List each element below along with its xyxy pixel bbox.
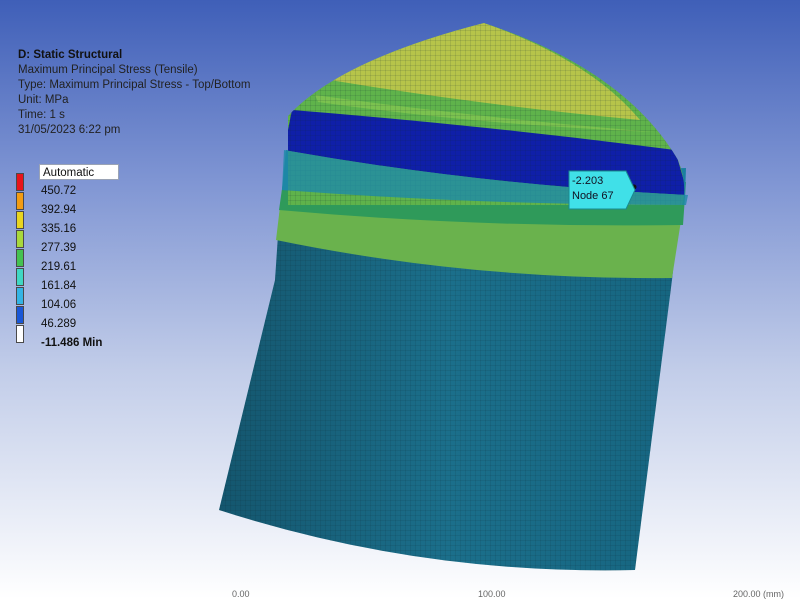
legend-label: -11.486 Min [41, 337, 103, 349]
scale-tick-label: 100.00 [478, 589, 506, 599]
analysis-title: D: Static Structural [18, 49, 123, 61]
probe-annotation[interactable]: -2.203 Node 67 [568, 170, 636, 210]
legend-label: 277.39 [41, 242, 77, 254]
legend-swatch [16, 173, 24, 191]
legend-swatch [16, 325, 24, 343]
legend-label: 161.84 [41, 280, 77, 292]
result-timestamp: 31/05/2023 6:22 pm [18, 124, 121, 136]
legend-swatch [16, 249, 24, 267]
result-info-panel: D: Static Structural Maximum Principal S… [18, 48, 250, 138]
legend-swatch [16, 306, 24, 324]
legend-label: 46.289 [41, 318, 77, 330]
result-name: Maximum Principal Stress (Tensile) [18, 64, 198, 76]
scale-tick-label: 0.00 [232, 589, 250, 599]
legend-swatch [16, 192, 24, 210]
result-type: Type: Maximum Principal Stress - Top/Bot… [18, 79, 251, 91]
legend-label: 450.72 [41, 185, 77, 197]
legend-label: 335.16 [41, 223, 77, 235]
result-unit: Unit: MPa [18, 94, 69, 106]
legend-swatch [16, 268, 24, 286]
legend-label: 104.06 [41, 299, 77, 311]
probe-value: -2.203 [572, 175, 604, 187]
contour-legend[interactable]: Automatic 450.72 392.94 335.16 277.39 219.61… [16, 163, 126, 353]
legend-label: 219.61 [41, 261, 77, 273]
legend-mode-field[interactable]: Automatic [39, 164, 119, 180]
legend-swatch [16, 230, 24, 248]
probe-node: Node 67 [572, 190, 614, 202]
legend-label: 392.94 [41, 204, 77, 216]
legend-swatch [16, 287, 24, 305]
legend-swatch [16, 211, 24, 229]
scale-tick-label: 200.00 (mm) [733, 589, 785, 599]
legend-color-bar [16, 173, 24, 343]
scale-ruler: 0.00 100.00 200.00 (mm) [0, 590, 800, 599]
result-time: Time: 1 s [18, 109, 65, 121]
